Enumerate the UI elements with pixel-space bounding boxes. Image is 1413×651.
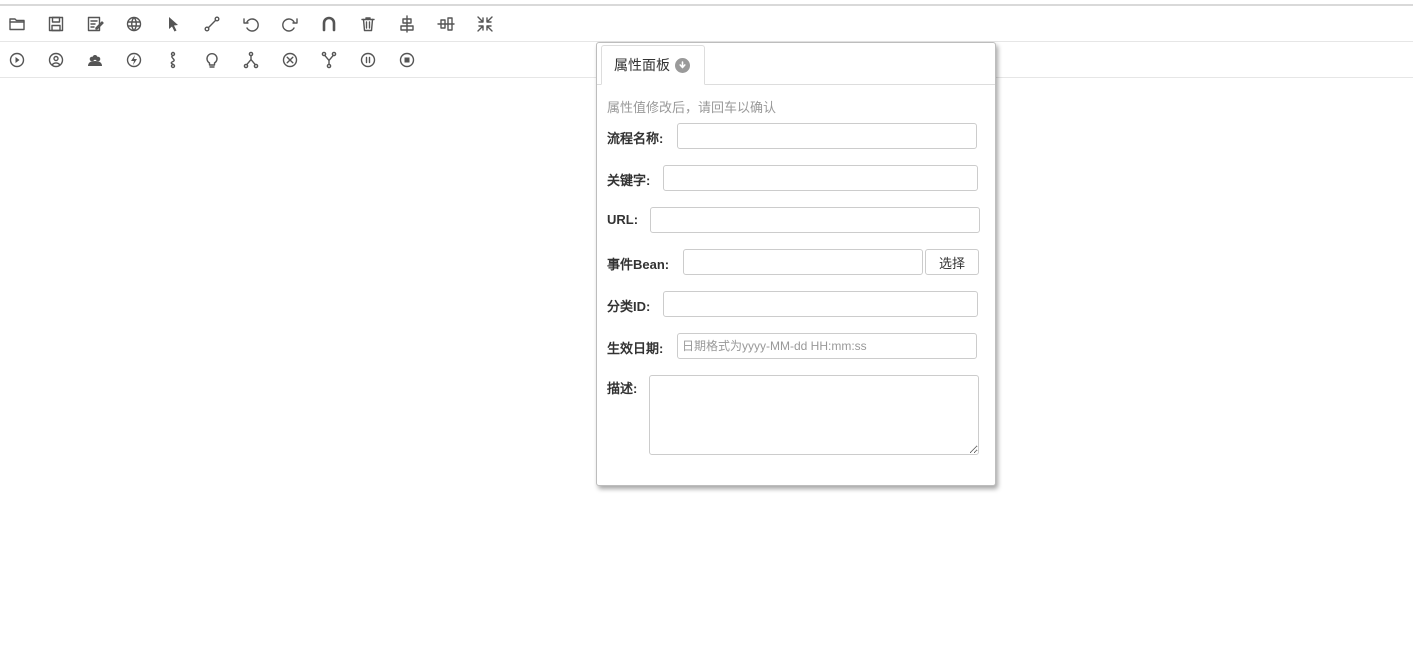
- description-textarea[interactable]: [649, 375, 979, 455]
- effective-date-input[interactable]: [677, 333, 977, 359]
- main-toolbar: [0, 6, 1413, 42]
- category-id-input[interactable]: [663, 291, 978, 317]
- save-icon[interactable]: [45, 13, 67, 35]
- join-icon[interactable]: [318, 49, 340, 71]
- collapse-icon[interactable]: [474, 13, 496, 35]
- start-node-icon[interactable]: [6, 49, 28, 71]
- connection-line-icon[interactable]: [201, 13, 223, 35]
- align-vertical-icon[interactable]: [396, 13, 418, 35]
- align-horizontal-icon[interactable]: [435, 13, 457, 35]
- end-node-icon[interactable]: [396, 49, 418, 71]
- description-label: 描述:: [607, 381, 638, 396]
- keyword-label: 关键字:: [607, 173, 651, 188]
- rule-node-icon[interactable]: [201, 49, 223, 71]
- effective-date-label: 生效日期:: [607, 341, 664, 356]
- panel-hint: 属性值修改后，请回车以确认: [607, 100, 777, 115]
- folder-open-icon[interactable]: [6, 13, 28, 35]
- process-name-input[interactable]: [677, 123, 977, 149]
- pointer-icon[interactable]: [162, 13, 184, 35]
- globe-icon[interactable]: [123, 13, 145, 35]
- category-id-label: 分类ID:: [607, 299, 651, 314]
- fork-icon[interactable]: [240, 49, 262, 71]
- event-node-icon[interactable]: [123, 49, 145, 71]
- redo-icon[interactable]: [279, 13, 301, 35]
- user-task-icon[interactable]: [45, 49, 67, 71]
- select-bean-button[interactable]: 选择: [925, 249, 979, 275]
- magnet-icon[interactable]: [318, 13, 340, 35]
- properties-panel: 属性面板 属性值修改后，请回车以确认 流程名称: 关键字: URL: 事件Bea…: [596, 42, 996, 486]
- trash-icon[interactable]: [357, 13, 379, 35]
- sub-process-icon[interactable]: [162, 49, 184, 71]
- terminate-icon[interactable]: [279, 49, 301, 71]
- process-name-label: 流程名称:: [607, 131, 664, 146]
- event-bean-input[interactable]: [683, 249, 923, 275]
- group-task-icon[interactable]: [84, 49, 106, 71]
- tab-properties-label: 属性面板: [614, 57, 670, 73]
- url-label: URL:: [607, 212, 639, 227]
- undo-icon[interactable]: [240, 13, 262, 35]
- url-input[interactable]: [650, 207, 980, 233]
- panel-tab-bar: 属性面板: [597, 43, 995, 85]
- event-bean-label: 事件Bean:: [607, 257, 670, 272]
- download-circle-icon[interactable]: [675, 57, 690, 73]
- pause-node-icon[interactable]: [357, 49, 379, 71]
- edit-document-icon[interactable]: [84, 13, 106, 35]
- keyword-input[interactable]: [663, 165, 978, 191]
- tab-properties[interactable]: 属性面板: [601, 45, 705, 85]
